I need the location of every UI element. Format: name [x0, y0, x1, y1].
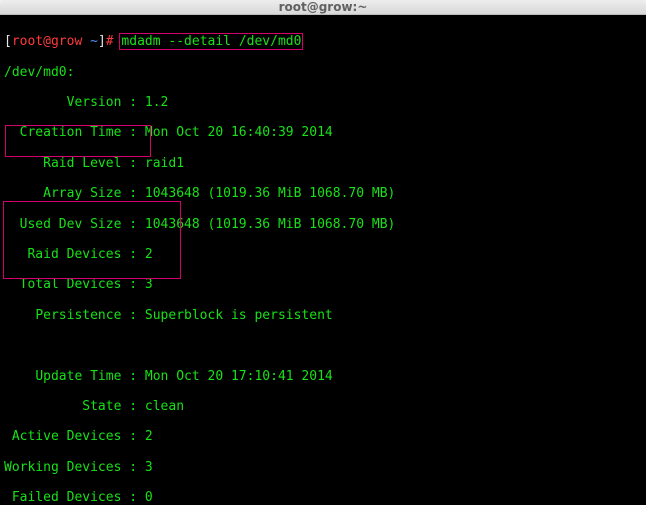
detail-used-dev-size: Used Dev Size : 1043648 (1019.36 MiB 106…: [4, 217, 642, 232]
prompt-line-1: [root@grow ~]# mdadm --detail /dev/md0: [4, 34, 642, 49]
window-title: root@grow:~: [279, 0, 368, 14]
highlight-state-block: [3, 201, 181, 279]
detail-array-size: Array Size : 1043648 (1019.36 MiB 1068.7…: [4, 186, 642, 201]
detail-failed-devices: Failed Devices : 0: [4, 490, 642, 505]
device-path: /dev/md0:: [4, 65, 642, 80]
detail-working-devices: Working Devices : 3: [4, 460, 642, 475]
highlight-command: mdadm --detail /dev/md0: [119, 33, 303, 50]
command-text: mdadm --detail /dev/md0: [121, 34, 301, 49]
detail-persistence: Persistence : Superblock is persistent: [4, 308, 642, 323]
detail-raid-level: Raid Level : raid1: [4, 156, 642, 171]
prompt-cwd: ~: [90, 34, 98, 49]
terminal-body[interactable]: [root@grow ~]# mdadm --detail /dev/md0 /…: [0, 15, 646, 505]
terminal-window: root@grow:~ [root@grow ~]# mdadm --detai…: [0, 0, 646, 505]
detail-update-time: Update Time : Mon Oct 20 17:10:41 2014: [4, 369, 642, 384]
window-titlebar[interactable]: root@grow:~: [0, 0, 646, 15]
detail-state: State : clean: [4, 399, 642, 414]
detail-total-devices: Total Devices : 3: [4, 277, 642, 292]
detail-active-devices: Active Devices : 2: [4, 429, 642, 444]
prompt-userhost: root@grow: [12, 34, 82, 49]
detail-version: Version : 1.2: [4, 95, 642, 110]
detail-creation-time: Creation Time : Mon Oct 20 16:40:39 2014: [4, 125, 642, 140]
detail-raid-devices: Raid Devices : 2: [4, 247, 642, 262]
